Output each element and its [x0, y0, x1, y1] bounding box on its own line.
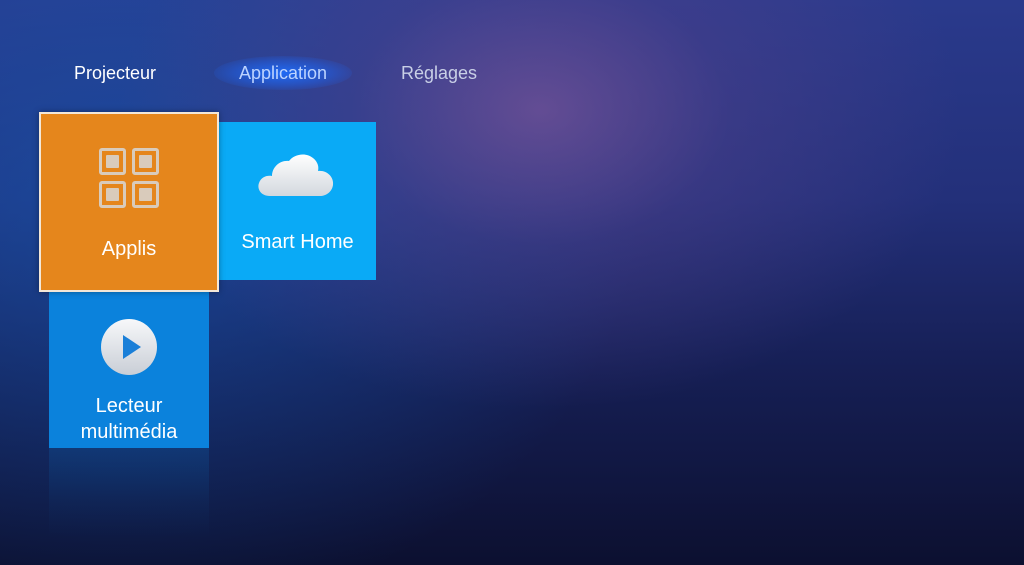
tab-projecteur[interactable]: Projecteur	[74, 62, 156, 84]
media-player-label-line1: Lecteur	[95, 395, 163, 417]
cloud-icon	[258, 154, 334, 196]
media-player-tile-label: Lecteur multimédia	[49, 393, 209, 445]
tab-reglages[interactable]: Réglages	[401, 62, 477, 84]
applis-tile[interactable]: Applis	[39, 112, 219, 292]
smart-home-tile-label: Smart Home	[241, 231, 354, 253]
play-icon	[101, 319, 157, 375]
applis-tile-label: Applis	[101, 238, 157, 260]
apps-grid-icon	[99, 148, 159, 208]
tab-application[interactable]: Application	[214, 56, 352, 90]
smart-home-tile[interactable]: Smart Home	[219, 122, 376, 280]
top-navigation: Projecteur Application Réglages	[0, 0, 1024, 110]
media-player-label-line2: multimédia	[80, 421, 178, 443]
media-player-tile-reflection	[49, 448, 209, 538]
media-player-tile[interactable]: Lecteur multimédia	[49, 292, 209, 448]
